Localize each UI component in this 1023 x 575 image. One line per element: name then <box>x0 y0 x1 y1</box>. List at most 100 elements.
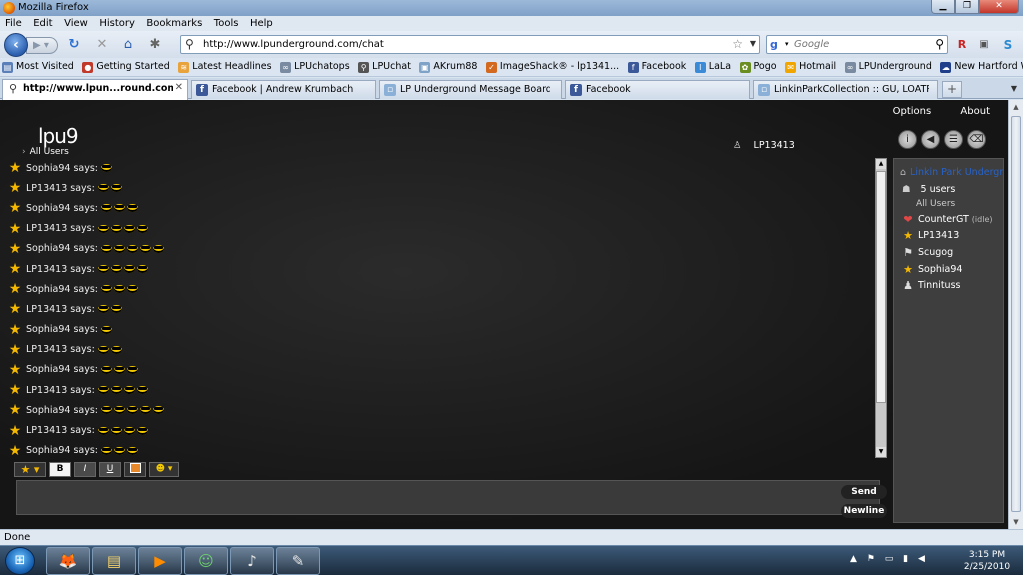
tab-message-board[interactable]: ▫ LP Underground Message Board - P... <box>379 80 562 99</box>
close-window-button[interactable]: ✕ <box>979 0 1019 14</box>
about-link[interactable]: About <box>960 106 990 117</box>
scroll-up-icon[interactable]: ▲ <box>876 159 886 169</box>
tray-expand-icon[interactable]: ▲ <box>850 554 857 564</box>
user-list-all[interactable]: All Users <box>916 199 955 209</box>
url-input[interactable] <box>203 37 723 52</box>
taskbar-app-icon[interactable]: ♪ <box>230 547 274 575</box>
bookmark-item[interactable]: ✉ Hotmail <box>783 58 839 73</box>
bookmark-item[interactable]: ▤ Most Visited <box>0 58 77 73</box>
search-icon[interactable]: ⚲ <box>935 37 944 51</box>
menu-view[interactable]: View <box>59 17 91 29</box>
options-link[interactable]: Options <box>893 106 932 117</box>
bookmark-item[interactable]: ▣ AKrum88 <box>417 58 480 73</box>
emoticon-picker-button[interactable]: ☻ ▾ <box>149 461 179 477</box>
addon-red-icon[interactable]: R <box>954 37 970 53</box>
tray-display-icon[interactable]: ▭ <box>885 554 894 564</box>
menu-history[interactable]: History <box>94 17 138 29</box>
sound-icon[interactable]: ◀ <box>921 130 940 149</box>
addon-icon[interactable]: ✱ <box>147 37 163 53</box>
send-button[interactable]: Send <box>841 485 887 499</box>
skype-icon[interactable]: S <box>1000 37 1016 53</box>
menu-file[interactable]: File <box>0 17 25 29</box>
sunglasses-emoticon-icon <box>97 426 109 435</box>
user-list-item[interactable]: ⚑ Scugog <box>900 244 992 261</box>
addon-box-icon[interactable]: ▣ <box>976 37 992 53</box>
sunglasses-emoticon-icon <box>110 305 122 314</box>
sunglasses-emoticon-icon <box>101 204 113 213</box>
bookmark-item[interactable]: ✓ ImageShack® - lp1341... <box>484 58 622 73</box>
tab-linkinpark-collection[interactable]: ▫ LinkinParkCollection :: GU, LOATR a... <box>753 80 938 99</box>
engine-dropdown-icon[interactable]: ▾ <box>785 40 789 48</box>
room-item[interactable]: ⌂ Linkin Park Undergr <box>900 167 1003 178</box>
back-button[interactable]: ‹ <box>4 33 28 57</box>
reload-icon[interactable]: ↻ <box>66 37 82 53</box>
bookmark-item[interactable]: ☁New Hartford Weather <box>938 58 1023 73</box>
taskbar-clock[interactable]: 3:15 PM 2/25/2010 <box>962 549 1012 573</box>
home-icon[interactable]: ⌂ <box>120 37 136 53</box>
tab-facebook-profile[interactable]: f Facebook | Andrew Krumbach <box>191 80 376 99</box>
italic-button[interactable]: I <box>74 461 96 477</box>
user-list-item[interactable]: ♟ Tinnituss <box>900 277 992 294</box>
site-identity-icon[interactable]: ⚲ <box>185 37 194 51</box>
bookmark-item[interactable]: ● Getting Started <box>80 58 172 73</box>
scroll-up-icon[interactable]: ▲ <box>1009 100 1023 114</box>
stop-icon[interactable]: ✕ <box>94 37 110 53</box>
tray-volume-icon[interactable]: ◀ <box>918 554 925 564</box>
message-input[interactable] <box>16 480 880 515</box>
scroll-down-icon[interactable]: ▼ <box>876 447 886 457</box>
bookmark-item[interactable]: l LaLa <box>693 58 734 73</box>
tray-network-icon[interactable]: ▮ <box>903 554 908 564</box>
google-engine-icon[interactable]: g <box>770 38 784 52</box>
status-bar: Done <box>0 529 1023 545</box>
info-icon[interactable]: ⅰ <box>898 130 917 149</box>
taskbar-firefox-icon[interactable]: 🦊 <box>46 547 90 575</box>
taskbar-messenger-icon[interactable]: ☺ <box>184 547 228 575</box>
bookmark-item[interactable]: ⚲ LPUchat <box>356 58 414 73</box>
tab-facebook[interactable]: f Facebook <box>565 80 750 99</box>
tab-list-icon[interactable]: ▼ <box>1011 84 1017 93</box>
chat-messages: ★ Sophia94 says: ★ LP13413 says: ★ Sophia94 s… <box>4 158 875 458</box>
newline-button[interactable]: Newline <box>841 504 887 518</box>
forward-button[interactable]: ▶ ▾ <box>26 37 58 54</box>
bold-button[interactable]: B <box>49 461 71 477</box>
chat-scrollbar[interactable]: ▲ ▼ <box>875 158 887 458</box>
clear-icon[interactable]: ⌫ <box>967 130 986 149</box>
bookmark-item[interactable]: ≋ Latest Headlines <box>176 58 274 73</box>
user-list-item[interactable]: ★ LP13413 <box>900 228 992 245</box>
user-list-item[interactable]: ★ Sophia94 <box>900 261 992 278</box>
user-list-item[interactable]: ❤ CounterGT (idle) <box>900 211 992 228</box>
menu-bookmarks[interactable]: Bookmarks <box>141 17 205 29</box>
menu-tools[interactable]: Tools <box>209 17 242 29</box>
menu-help[interactable]: Help <box>245 17 276 29</box>
tray-flag-icon[interactable]: ⚑ <box>867 554 875 564</box>
log-icon[interactable]: ☰ <box>944 130 963 149</box>
underline-button[interactable]: U <box>99 461 121 477</box>
star-icon: ★ <box>8 402 22 419</box>
new-tab-button[interactable]: + <box>942 81 962 98</box>
scroll-down-icon[interactable]: ▼ <box>1009 515 1023 529</box>
bookmark-star-icon[interactable]: ☆ <box>732 37 743 51</box>
bookmark-item[interactable]: ∞ LPUnderground <box>843 58 935 73</box>
minimize-button[interactable]: ▁ <box>931 0 955 14</box>
bookmark-item[interactable]: f Facebook <box>626 58 690 73</box>
taskbar-explorer-icon[interactable]: ▤ <box>92 547 136 575</box>
close-tab-icon[interactable]: ✕ <box>175 82 183 93</box>
status-icon-picker[interactable]: ★ ▾ <box>14 461 46 477</box>
message-author: LP13413 says: <box>26 344 95 356</box>
start-button[interactable]: ⊞ <box>5 547 35 575</box>
bookmark-item[interactable]: ✿ Pogo <box>738 58 780 73</box>
tab-chat[interactable]: ⚲ http://www.lpun...round.com/chat ✕ <box>2 79 188 100</box>
maximize-button[interactable]: ❐ <box>955 0 979 14</box>
menu-edit[interactable]: Edit <box>28 17 55 29</box>
all-users-tab[interactable]: › All Users <box>22 147 69 157</box>
url-dropdown-icon[interactable]: ▼ <box>750 39 756 48</box>
scroll-thumb[interactable] <box>876 171 886 403</box>
search-input[interactable] <box>794 37 929 52</box>
color-picker-button[interactable] <box>124 461 146 477</box>
message-author: Sophia94 says: <box>26 243 99 255</box>
taskbar-media-player-icon[interactable]: ▶ <box>138 547 182 575</box>
page-scrollbar[interactable]: ▲ ▼ <box>1008 100 1023 529</box>
scroll-thumb[interactable] <box>1011 116 1021 512</box>
bookmark-item[interactable]: ∞ LPUchatops <box>278 58 353 73</box>
taskbar-paint-icon[interactable]: ✎ <box>276 547 320 575</box>
